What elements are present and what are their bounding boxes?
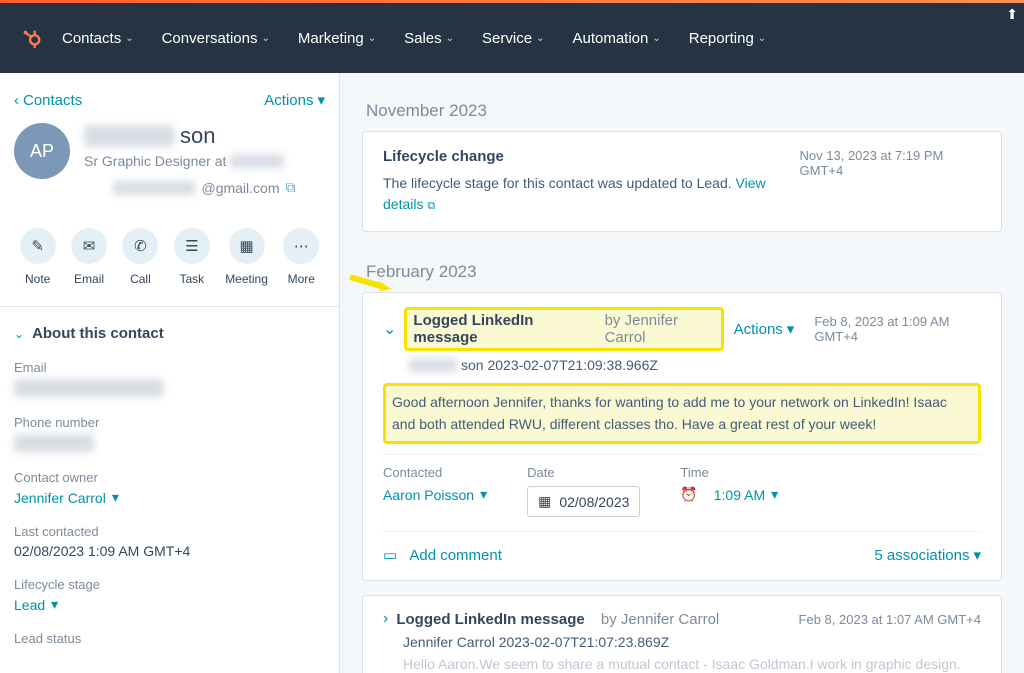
- contacted-label: Contacted: [383, 465, 487, 480]
- contact-sidebar: ‹ Contacts Actions ▾ AP xxxxxxson Sr Gra…: [0, 73, 340, 673]
- envelope-icon: ✉: [83, 237, 96, 255]
- caret-down-icon: ▾: [480, 486, 487, 503]
- lifecycle-dropdown[interactable]: Lead▾: [14, 596, 325, 613]
- field-email: Email xxxxx: [0, 354, 339, 409]
- chevron-down-icon: ⌄: [261, 33, 269, 44]
- upgrade-icon[interactable]: ⬆: [1006, 6, 1018, 23]
- caret-down-icon: ▾: [973, 546, 981, 564]
- calendar-icon: ▦: [538, 493, 551, 510]
- action-email[interactable]: ✉Email: [71, 228, 107, 286]
- phone-icon: ✆: [134, 237, 147, 255]
- caret-down-icon: ▾: [112, 489, 119, 506]
- quick-actions: ✎Note ✉Email ✆Call ☰Task ▦Meeting ⋯More: [0, 212, 339, 307]
- logged-message-card-collapsed: › Logged LinkedIn message by Jennifer Ca…: [362, 595, 1002, 673]
- pencil-icon: ✎: [31, 237, 44, 255]
- associations-dropdown[interactable]: 5 associations ▾: [874, 546, 981, 564]
- chevron-down-icon: ⌄: [14, 327, 24, 341]
- main-nav: Contacts⌄ Conversations⌄ Marketing⌄ Sale…: [0, 3, 1024, 73]
- month-heading: November 2023: [362, 85, 1002, 131]
- expand-toggle[interactable]: ›: [383, 610, 388, 628]
- calendar-icon: ▦: [239, 237, 253, 255]
- log-preview: Hello Aaron.We seem to share a mutual co…: [383, 656, 981, 673]
- redacted-phone-value: xxx: [14, 434, 94, 452]
- chevron-down-icon: ⌄: [446, 33, 454, 44]
- action-call[interactable]: ✆Call: [122, 228, 158, 286]
- caret-down-icon: ▾: [317, 91, 325, 109]
- about-section-toggle[interactable]: ⌄ About this contact: [0, 307, 339, 354]
- hubspot-logo[interactable]: [20, 27, 42, 49]
- comment-icon: ▭: [383, 546, 397, 564]
- action-task[interactable]: ☰Task: [174, 228, 210, 286]
- chevron-down-icon: ⌄: [125, 33, 133, 44]
- field-last-contacted: Last contacted 02/08/2023 1:09 AM GMT+4: [0, 518, 339, 571]
- avatar: AP: [14, 123, 70, 179]
- log-message-body: Good afternoon Jennifer, thanks for want…: [383, 383, 981, 444]
- contact-role: Sr Graphic Designer at xxxxx: [84, 153, 325, 169]
- field-owner: Contact owner Jennifer Carrol▾: [0, 464, 339, 518]
- collapse-toggle[interactable]: ⌄: [383, 319, 396, 339]
- nav-reporting[interactable]: Reporting⌄: [689, 30, 766, 47]
- nav-service[interactable]: Service⌄: [482, 30, 544, 47]
- external-link-icon: ⧉: [427, 200, 435, 212]
- more-icon: ⋯: [294, 237, 309, 255]
- highlighted-title: Logged LinkedIn message by Jennifer Carr…: [404, 307, 723, 351]
- back-contacts-link[interactable]: ‹ Contacts: [14, 92, 82, 109]
- nav-marketing[interactable]: Marketing⌄: [298, 30, 376, 47]
- list-icon: ☰: [185, 237, 198, 255]
- log-subject: xxxson 2023-02-07T21:09:38.966Z: [383, 357, 981, 373]
- caret-down-icon: ▾: [787, 320, 795, 338]
- logged-message-card: ⌄ Logged LinkedIn message by Jennifer Ca…: [362, 292, 1002, 581]
- redacted-email-value: xxxxx: [14, 379, 164, 397]
- activity-timeline: November 2023 Lifecycle change The lifec…: [340, 73, 1024, 673]
- chevron-down-icon: ⌄: [536, 33, 544, 44]
- log-timestamp: Feb 8, 2023 at 1:07 AM GMT+4: [799, 612, 981, 627]
- field-lifecycle: Lifecycle stage Lead▾: [0, 571, 339, 625]
- action-more[interactable]: ⋯More: [283, 228, 319, 286]
- field-phone: Phone number xxx: [0, 409, 339, 464]
- contacted-dropdown[interactable]: Aaron Poisson ▾: [383, 486, 487, 503]
- lifecycle-title: Lifecycle change: [383, 148, 800, 165]
- annotation-arrow: [348, 275, 392, 291]
- log-subject: Jennifer Carrol 2023-02-07T21:07:23.869Z: [383, 634, 981, 650]
- date-input[interactable]: ▦02/08/2023: [527, 486, 640, 517]
- nav-items: Contacts⌄ Conversations⌄ Marketing⌄ Sale…: [62, 3, 766, 73]
- redacted-email: xxxxxx: [113, 181, 195, 195]
- chevron-down-icon: ⌄: [652, 33, 660, 44]
- owner-dropdown[interactable]: Jennifer Carrol▾: [14, 489, 325, 506]
- nav-sales[interactable]: Sales⌄: [404, 30, 454, 47]
- chevron-down-icon: ⌄: [368, 33, 376, 44]
- clock-icon: ⏰: [680, 486, 697, 503]
- contact-email: xxxxxx@gmail.com ⧉: [84, 179, 325, 196]
- lifecycle-timestamp: Nov 13, 2023 at 7:19 PM GMT+4: [800, 148, 981, 178]
- about-heading: About this contact: [32, 325, 164, 342]
- date-label: Date: [527, 465, 640, 480]
- chevron-left-icon: ‹: [14, 92, 19, 109]
- caret-down-icon: ▾: [771, 486, 778, 503]
- field-lead-status: Lead status: [0, 625, 339, 662]
- card-actions-dropdown[interactable]: Actions ▾: [734, 320, 795, 338]
- contact-name: xxxxxxson: [84, 123, 325, 149]
- chevron-down-icon: ⌄: [758, 33, 766, 44]
- add-comment-button[interactable]: ▭ Add comment: [383, 546, 502, 564]
- lifecycle-body: The lifecycle stage for this contact was…: [383, 173, 800, 215]
- nav-conversations[interactable]: Conversations⌄: [162, 30, 270, 47]
- nav-contacts[interactable]: Contacts⌄: [62, 30, 134, 47]
- action-meeting[interactable]: ▦Meeting: [225, 228, 268, 286]
- time-dropdown[interactable]: ⏰ 1:09 AM ▾: [680, 486, 778, 503]
- redacted-name: xxx: [409, 358, 457, 372]
- caret-down-icon: ▾: [51, 596, 58, 613]
- action-note[interactable]: ✎Note: [20, 228, 56, 286]
- time-label: Time: [680, 465, 778, 480]
- copy-icon[interactable]: ⧉: [286, 179, 296, 196]
- redacted-company: xxxxx: [230, 154, 284, 168]
- month-heading: February 2023: [362, 246, 1002, 292]
- log-timestamp: Feb 8, 2023 at 1:09 AM GMT+4: [814, 314, 981, 344]
- lifecycle-card: Lifecycle change The lifecycle stage for…: [362, 131, 1002, 232]
- actions-dropdown[interactable]: Actions ▾: [264, 91, 325, 109]
- nav-automation[interactable]: Automation⌄: [572, 30, 660, 47]
- redacted-name: xxxxxx: [84, 125, 174, 147]
- log-detail-fields: Contacted Aaron Poisson ▾ Date ▦02/08/20…: [383, 454, 981, 532]
